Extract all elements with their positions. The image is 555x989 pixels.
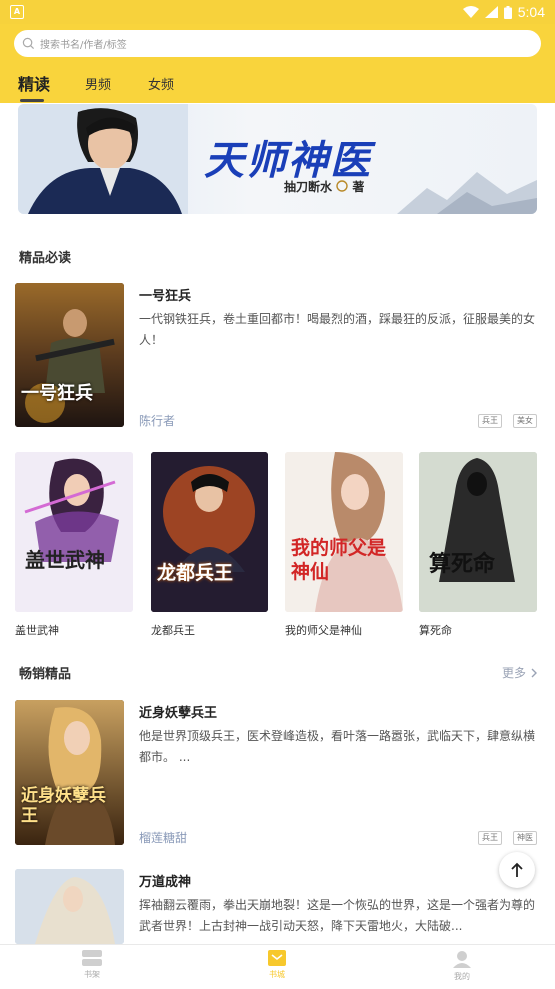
banner-character-image xyxy=(18,104,188,214)
app-root: A 5:04 搜索书名/作者/标签 精读 男频 女频 天师神医 抽刀断水 著 精… xyxy=(0,0,555,989)
banner-author: 抽刀断水 著 xyxy=(284,178,364,195)
book-cover-bestseller-0[interactable]: 近身妖孽兵王 xyxy=(15,700,124,845)
nav-item-bookstore[interactable]: 书城 xyxy=(247,949,307,980)
book-description-featured: 一代钢铁狂兵，卷土重回都市！喝最烈的酒，踩最狂的反派，征服最美的女人！ xyxy=(139,312,536,347)
arrow-up-icon xyxy=(511,862,523,877)
more-label: 更多 xyxy=(502,666,527,680)
book-description-bestseller-0: 他是世界顶级兵王，医术登峰造极，看叶落一路嚣张，武临天下，肆意纵横都市。 ... xyxy=(139,729,536,764)
book-title-bestseller-0[interactable]: 近身妖孽兵王 xyxy=(139,702,217,721)
book-cover-grid-3[interactable]: 算死命 xyxy=(419,452,537,612)
header: 搜索书名/作者/标签 精读 男频 女频 xyxy=(0,24,555,103)
book-cover-grid-2[interactable]: 我的师父是神仙 xyxy=(285,452,403,612)
book-cover-featured[interactable]: 一号狂兵 xyxy=(15,283,124,427)
bookshelf-icon xyxy=(82,950,102,966)
chevron-right-icon xyxy=(531,668,537,678)
cover-title-grid-3: 算死命 xyxy=(429,551,496,577)
active-tab-indicator xyxy=(20,99,44,102)
book-cover-grid-1[interactable]: 龙都兵王 xyxy=(151,452,268,612)
cover-title-bestseller-0: 近身妖孽兵王 xyxy=(21,786,106,826)
tag-featured-0: 兵王 xyxy=(478,414,502,428)
cover-title-grid-0: 盖世武神 xyxy=(25,548,105,572)
nav-item-bookshelf[interactable]: 书架 xyxy=(62,949,122,980)
tag-bestseller-0-1: 神医 xyxy=(513,831,537,845)
bottom-nav: 书架 书城 我的 xyxy=(0,944,555,989)
search-input[interactable]: 搜索书名/作者/标签 xyxy=(14,30,541,57)
cover-art-soldier xyxy=(15,283,124,427)
cover-title-grid-2: 我的师父是神仙 xyxy=(291,537,387,583)
tag-featured-1: 美女 xyxy=(513,414,537,428)
banner-author-suffix: 著 xyxy=(352,180,365,194)
cover-art-girl xyxy=(285,452,403,612)
more-link[interactable]: 更多 xyxy=(502,664,538,681)
book-title-bestseller-1[interactable]: 万道成神 xyxy=(139,871,191,890)
battery-icon xyxy=(503,5,512,19)
nav-label-bookshelf: 书架 xyxy=(84,970,100,979)
promo-banner[interactable]: 天师神医 抽刀断水 著 xyxy=(18,104,537,214)
cover-art-dragon-soldier xyxy=(151,452,268,612)
book-cover-bestseller-1[interactable] xyxy=(15,869,124,944)
cover-title-grid-1: 龙都兵王 xyxy=(157,562,234,584)
status-right: 5:04 xyxy=(462,4,545,20)
tag-bestseller-0-0: 兵王 xyxy=(478,831,502,845)
book-title-grid-0[interactable]: 盖世武神 xyxy=(15,622,59,638)
book-author-bestseller-0: 榴莲糖甜 xyxy=(139,831,188,845)
tab-featured[interactable]: 精读 xyxy=(18,71,50,95)
status-bar: A 5:04 xyxy=(0,0,555,24)
tab-female[interactable]: 女频 xyxy=(148,74,174,93)
app-notification-icon: A xyxy=(10,5,24,19)
book-title-grid-1[interactable]: 龙都兵王 xyxy=(151,622,195,638)
scroll-to-top-button[interactable] xyxy=(499,852,535,888)
book-title-featured[interactable]: 一号狂兵 xyxy=(139,285,191,304)
status-time: 5:04 xyxy=(517,4,545,20)
cover-art-hooded-figure xyxy=(419,452,537,612)
search-placeholder: 搜索书名/作者/标签 xyxy=(40,40,127,51)
section-title-recommended: 精品必读 xyxy=(19,251,72,266)
book-description-bestseller-1: 挥袖翻云覆雨，拳出天崩地裂！这是一个恢弘的世界，这是一个强者为尊的武者世界！上古… xyxy=(139,898,536,933)
wifi-icon xyxy=(462,6,479,18)
book-title-grid-3[interactable]: 算死命 xyxy=(419,622,452,638)
signal-icon xyxy=(484,6,498,18)
nav-label-bookstore: 书城 xyxy=(269,970,285,979)
search-icon xyxy=(22,37,35,50)
cover-art-angel xyxy=(15,869,124,944)
section-title-bestsellers: 畅销精品 xyxy=(19,667,72,682)
book-title-grid-2[interactable]: 我的师父是神仙 xyxy=(285,622,362,638)
cover-title-featured: 一号狂兵 xyxy=(21,383,93,404)
tab-male[interactable]: 男频 xyxy=(85,74,111,93)
nav-item-profile[interactable]: 我的 xyxy=(432,949,492,982)
banner-mountain-art xyxy=(397,172,537,214)
banner-author-name: 抽刀断水 xyxy=(284,180,333,194)
bookstore-icon xyxy=(268,950,286,966)
tab-bar: 精读 男频 女频 xyxy=(0,68,555,103)
book-cover-grid-0[interactable]: 盖世武神 xyxy=(15,452,133,612)
profile-icon xyxy=(453,951,471,968)
nav-label-profile: 我的 xyxy=(454,972,470,981)
pen-icon xyxy=(336,180,348,192)
book-author-featured: 陈行者 xyxy=(139,414,176,428)
cover-art-warrior-woman xyxy=(15,452,133,612)
